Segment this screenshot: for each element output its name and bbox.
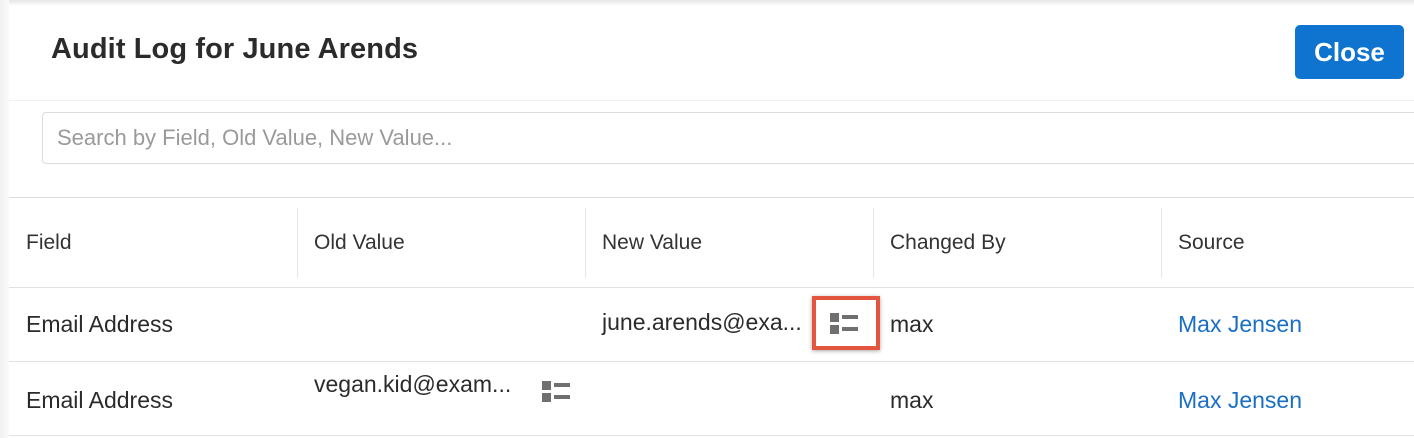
column-header-new-value[interactable]: New Value xyxy=(602,198,702,287)
column-header-old-value[interactable]: Old Value xyxy=(314,198,405,287)
cell-field: Email Address xyxy=(26,311,174,337)
table-header: Field Old Value New Value Changed By Sou… xyxy=(9,198,1414,288)
column-header-changed-by[interactable]: Changed By xyxy=(890,198,1006,287)
cell-old-value: vegan.kid@exam... xyxy=(314,371,511,398)
source-link[interactable]: Max Jensen xyxy=(1178,311,1302,338)
dialog-title: Audit Log for June Arends xyxy=(51,33,419,65)
dialog-header: Audit Log for June Arends Close xyxy=(9,0,1414,101)
new-value-text: june.arends@exa... xyxy=(602,309,802,335)
cell-changed-by: max xyxy=(890,387,934,413)
search-input[interactable] xyxy=(42,112,1414,164)
cell-new-value: june.arends@exa... xyxy=(602,309,802,336)
close-button[interactable]: Close xyxy=(1295,25,1404,79)
column-divider[interactable] xyxy=(873,208,874,278)
column-divider[interactable] xyxy=(297,208,298,278)
column-header-field[interactable]: Field xyxy=(26,198,72,287)
detail-view-icon[interactable] xyxy=(830,312,858,334)
audit-log-dialog: Audit Log for June Arends Close Field Ol… xyxy=(0,0,1414,438)
column-header-source[interactable]: Source xyxy=(1178,198,1245,287)
column-divider[interactable] xyxy=(1161,208,1162,278)
cell-source: Max Jensen xyxy=(1178,288,1302,361)
detail-view-icon[interactable] xyxy=(542,380,570,402)
column-divider[interactable] xyxy=(585,208,586,278)
search-bar xyxy=(9,101,1414,197)
old-value-text: vegan.kid@exam... xyxy=(314,371,512,397)
table-row: Email Address vegan.kid@exam... max Max … xyxy=(9,362,1414,436)
cell-field: Email Address xyxy=(26,387,174,413)
source-link[interactable]: Max Jensen xyxy=(1178,387,1302,414)
cell-source: Max Jensen xyxy=(1178,362,1302,437)
cell-changed-by: max xyxy=(890,311,934,337)
left-edge xyxy=(0,0,9,438)
audit-log-table: Field Old Value New Value Changed By Sou… xyxy=(9,197,1414,438)
table-row: Email Address june.arends@exa... max Max… xyxy=(9,288,1414,362)
